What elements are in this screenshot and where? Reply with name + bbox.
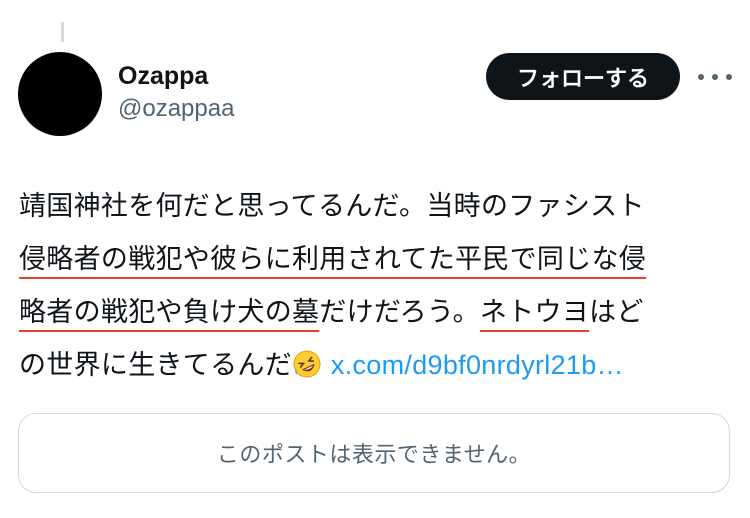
tweet-line-4: の世界に生きてるんだ x.com/d9bf0nrdyrl21b… [19,339,729,392]
underlined-phrase: 侵略者の戦犯や彼らに利用されてた平民で同じな侵 [19,244,647,275]
post-unavailable-text: このポストは表示できません。 [216,443,532,468]
thread-connector-line [61,22,64,42]
author-handle[interactable]: @ozappaa [118,93,234,125]
more-dot [726,74,732,80]
tweet-text-segment: の世界に生きてるんだ [19,350,292,381]
quoted-post-card[interactable]: このポストは表示できません。 [18,413,730,493]
tweet-text-segment: はど [589,297,644,328]
underlined-phrase: ネトウヨ [479,297,590,328]
follow-button[interactable]: フォローする [486,53,680,100]
more-dot [712,74,718,80]
tweet-text: 靖国神社を何だと思ってるんだ。当時のファシスト 侵略者の戦犯や彼らに利用されてた… [19,180,729,392]
rolling-on-the-floor-laughing-emoji-icon [293,350,321,378]
tweet-link[interactable]: x.com/d9bf0nrdyrl21b… [331,350,624,380]
avatar[interactable] [18,52,102,136]
underlined-phrase: 略者の戦犯や負け犬の墓 [19,297,320,328]
tweet-text-segment: だけだろう。 [319,297,480,328]
tweet-line-2: 侵略者の戦犯や彼らに利用されてた平民で同じな侵 [19,233,729,286]
more-dot [698,74,704,80]
tweet-line-1: 靖国神社を何だと思ってるんだ。当時のファシスト [19,191,645,222]
author-display-name[interactable]: Ozappa [118,60,208,92]
tweet-line-3: 略者の戦犯や負け犬の墓だけだろう。ネトウヨはど [19,286,729,339]
more-options-icon[interactable] [698,70,732,84]
